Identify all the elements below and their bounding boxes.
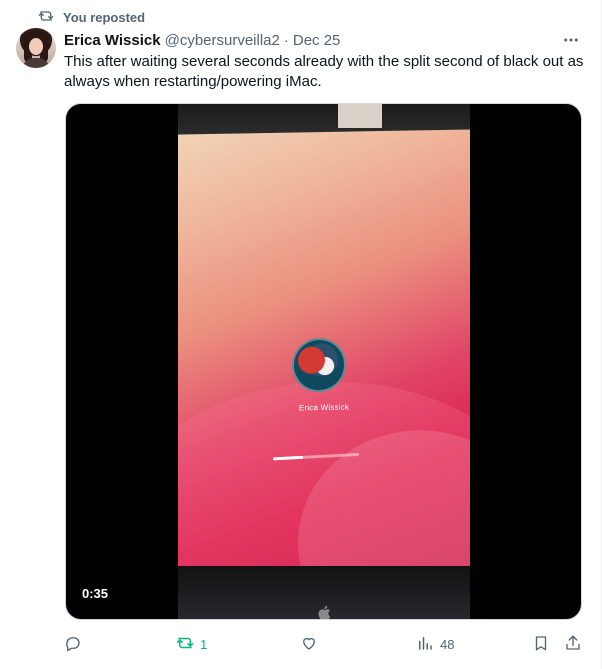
repost-label: You reposted [63,9,146,25]
tweet-card[interactable]: You reposted Erica Wissick @cybersurveil… [0,0,602,669]
author-handle[interactable]: @cybersurveilla2 [165,32,280,49]
share-button[interactable] [564,630,582,658]
bookmark-button[interactable] [532,630,550,658]
video-duration: 0:35 [76,584,115,603]
repost-icon [38,8,54,27]
author-name[interactable]: Erica Wissick [64,32,161,49]
tweet-header: Erica Wissick @cybersurveilla2 · Dec 25 [64,30,581,50]
monitor-clip [338,104,382,128]
more-icon[interactable] [561,30,581,50]
tweet-date[interactable]: Dec 25 [293,32,341,49]
reply-button[interactable] [64,630,88,658]
video-player[interactable]: Erica Wissick 0:35 [65,103,582,620]
share-icon [564,634,582,655]
bookmark-icon [532,634,550,655]
action-bar: 1 48 [64,630,588,658]
repost-button[interactable]: 1 [176,630,207,658]
login-screen: Erica Wissick [178,129,470,619]
views-button[interactable]: 48 [416,630,454,658]
views-count: 48 [440,636,455,652]
apple-logo-icon [316,604,334,619]
separator-dot: · [283,31,289,49]
like-icon [300,634,318,655]
repost-icon [176,634,194,655]
views-icon [416,634,434,655]
repost-context: You reposted [38,8,145,26]
repost-count: 1 [200,636,208,652]
like-button[interactable] [300,630,324,658]
avatar[interactable] [16,28,56,68]
reply-icon [64,634,82,655]
tweet-text: This after waiting several seconds alrea… [64,53,584,90]
video-frame: Erica Wissick [178,104,470,619]
